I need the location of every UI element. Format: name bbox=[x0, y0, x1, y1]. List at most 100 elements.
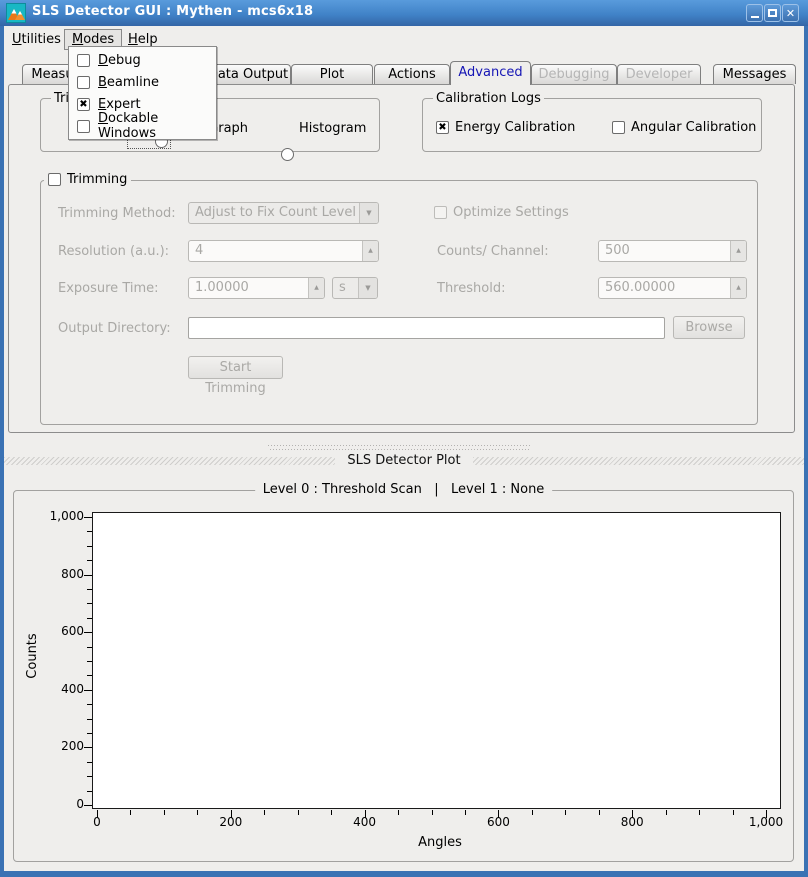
menu-item-dockable-windows[interactable]: Dockable Windows bbox=[69, 115, 216, 137]
maximize-icon bbox=[768, 9, 777, 17]
check-icon: ✖ bbox=[438, 122, 446, 133]
output-directory-input[interactable] bbox=[188, 317, 665, 339]
y-axis-tick bbox=[84, 517, 92, 518]
menu-item-beamline[interactable]: Beamline bbox=[69, 71, 216, 93]
close-button[interactable]: ✕ bbox=[782, 4, 799, 22]
spin-down-icon[interactable]: ▼ bbox=[731, 261, 746, 262]
spin-down-icon[interactable]: ▼ bbox=[363, 261, 378, 262]
x-axis-tick bbox=[532, 810, 533, 815]
spin-buttons[interactable]: ▲▼ bbox=[730, 278, 746, 298]
y-axis-tick bbox=[87, 776, 92, 777]
x-axis-tick-label: 600 bbox=[466, 815, 530, 829]
trimming-method-label: Trimming Method: bbox=[58, 206, 176, 221]
x-axis-tick bbox=[565, 810, 566, 815]
minimize-icon bbox=[751, 16, 759, 18]
x-axis-tick bbox=[164, 810, 165, 815]
y-axis-tick bbox=[84, 747, 92, 748]
spin-buttons[interactable]: ▲▼ bbox=[308, 278, 324, 298]
x-axis-tick bbox=[130, 810, 131, 815]
y-axis-tick bbox=[84, 805, 92, 806]
y-axis-tick bbox=[84, 575, 92, 576]
trimming-enable-checkbox[interactable] bbox=[48, 173, 61, 186]
combo-arrow-icon: ▼ bbox=[358, 278, 377, 298]
menu-item-debug[interactable]: Debug bbox=[69, 49, 216, 71]
angular-calibration-checkbox[interactable] bbox=[612, 121, 625, 134]
trimming-method-combobox[interactable]: Adjust to Fix Count Level ▼ bbox=[188, 202, 379, 224]
combo-arrow-icon: ▼ bbox=[359, 203, 378, 223]
menu-utilities[interactable]: Utilities bbox=[8, 30, 65, 49]
spin-up-icon[interactable]: ▲ bbox=[731, 278, 746, 298]
close-icon: ✕ bbox=[786, 8, 795, 19]
x-axis-tick-label: 400 bbox=[333, 815, 397, 829]
dockable-windows-checkbox[interactable] bbox=[77, 120, 90, 133]
app-icon bbox=[6, 3, 26, 23]
tab-messages[interactable]: Messages bbox=[713, 64, 796, 84]
debug-checkbox[interactable] bbox=[77, 54, 90, 67]
y-axis-tick bbox=[87, 560, 92, 561]
y-axis-tick bbox=[84, 632, 92, 633]
tab-plot[interactable]: Plot bbox=[291, 64, 373, 84]
splitter-handle[interactable] bbox=[268, 445, 530, 450]
tab-advanced[interactable]: Advanced bbox=[450, 61, 531, 85]
resolution-label: Resolution (a.u.): bbox=[58, 244, 169, 259]
x-axis-tick bbox=[298, 810, 299, 815]
y-axis-tick bbox=[87, 603, 92, 604]
browse-button[interactable]: Browse bbox=[673, 316, 745, 339]
y-axis-tick-label: 0 bbox=[22, 797, 84, 811]
exposure-time-spinbox[interactable]: 1.00000 ▲▼ bbox=[188, 277, 325, 299]
output-directory-label: Output Directory: bbox=[58, 321, 171, 336]
y-axis-label: Counts bbox=[8, 630, 56, 682]
x-axis-tick-label: 200 bbox=[199, 815, 263, 829]
exposure-time-label: Exposure Time: bbox=[58, 281, 159, 296]
spin-buttons[interactable]: ▲▼ bbox=[730, 241, 746, 261]
check-icon: ✖ bbox=[79, 99, 87, 110]
threshold-spinbox[interactable]: 560.00000 ▲▼ bbox=[598, 277, 747, 299]
y-axis-tick bbox=[87, 546, 92, 547]
spin-up-icon[interactable]: ▲ bbox=[731, 241, 746, 261]
dock-hash-pattern bbox=[4, 457, 335, 465]
energy-calibration-checkbox[interactable]: ✖ bbox=[436, 121, 449, 134]
tab-actions[interactable]: Actions bbox=[374, 64, 450, 84]
titlebar[interactable]: SLS Detector GUI : Mythen - mcs6x18 ✕ bbox=[0, 0, 808, 26]
spin-up-icon[interactable]: ▲ bbox=[363, 241, 378, 261]
y-axis-tick bbox=[87, 618, 92, 619]
calibration-logs-group-title: Calibration Logs bbox=[433, 91, 544, 106]
x-axis-tick-label: 0 bbox=[65, 815, 129, 829]
spin-down-icon[interactable]: ▼ bbox=[309, 298, 324, 299]
tab-debugging: Debugging bbox=[531, 64, 617, 84]
x-axis-tick bbox=[398, 810, 399, 815]
window-title: SLS Detector GUI : Mythen - mcs6x18 bbox=[32, 4, 313, 19]
spin-up-icon[interactable]: ▲ bbox=[309, 278, 324, 298]
tab-data-output[interactable]: Data Output bbox=[205, 64, 291, 84]
x-axis-tick-label: 800 bbox=[600, 815, 664, 829]
beamline-checkbox[interactable] bbox=[77, 76, 90, 89]
angular-calibration-label[interactable]: Angular Calibration bbox=[631, 120, 756, 135]
resolution-spinbox[interactable]: 4 ▲▼ bbox=[188, 240, 379, 262]
radio-histogram-label[interactable]: Histogram bbox=[299, 121, 366, 136]
minimize-button[interactable] bbox=[746, 4, 763, 22]
app-window: SLS Detector GUI : Mythen - mcs6x18 ✕ Ut… bbox=[0, 0, 808, 877]
counts-per-channel-spinbox[interactable]: 500 ▲▼ bbox=[598, 240, 747, 262]
trimming-group-header: Trimming bbox=[44, 172, 131, 187]
expert-checkbox[interactable]: ✖ bbox=[77, 98, 90, 111]
threshold-label: Threshold: bbox=[437, 281, 505, 296]
spin-buttons[interactable]: ▲▼ bbox=[362, 241, 378, 261]
modes-menu-popup: Debug Beamline ✖ Expert Dockable Windows bbox=[68, 46, 217, 140]
maximize-button[interactable] bbox=[764, 4, 781, 22]
optimize-settings-checkbox[interactable] bbox=[434, 206, 447, 219]
y-axis-tick bbox=[87, 719, 92, 720]
y-axis-tick-label: 400 bbox=[22, 682, 84, 696]
y-axis-tick bbox=[84, 690, 92, 691]
start-trimming-button[interactable]: Start Trimming bbox=[188, 356, 283, 379]
y-axis-tick bbox=[87, 531, 92, 532]
spin-down-icon[interactable]: ▼ bbox=[731, 298, 746, 299]
plot-dock-titlebar[interactable]: SLS Detector Plot bbox=[4, 452, 804, 469]
radio-histogram[interactable] bbox=[281, 148, 294, 161]
energy-calibration-label[interactable]: Energy Calibration bbox=[455, 120, 575, 135]
dock-hash-pattern bbox=[473, 457, 804, 465]
exposure-time-unit-combobox[interactable]: s ▼ bbox=[332, 277, 378, 299]
y-axis-tick bbox=[87, 661, 92, 662]
optimize-settings-label[interactable]: Optimize Settings bbox=[453, 205, 569, 220]
x-axis-tick bbox=[666, 810, 667, 815]
x-axis-tick-label: 1,000 bbox=[734, 815, 798, 829]
